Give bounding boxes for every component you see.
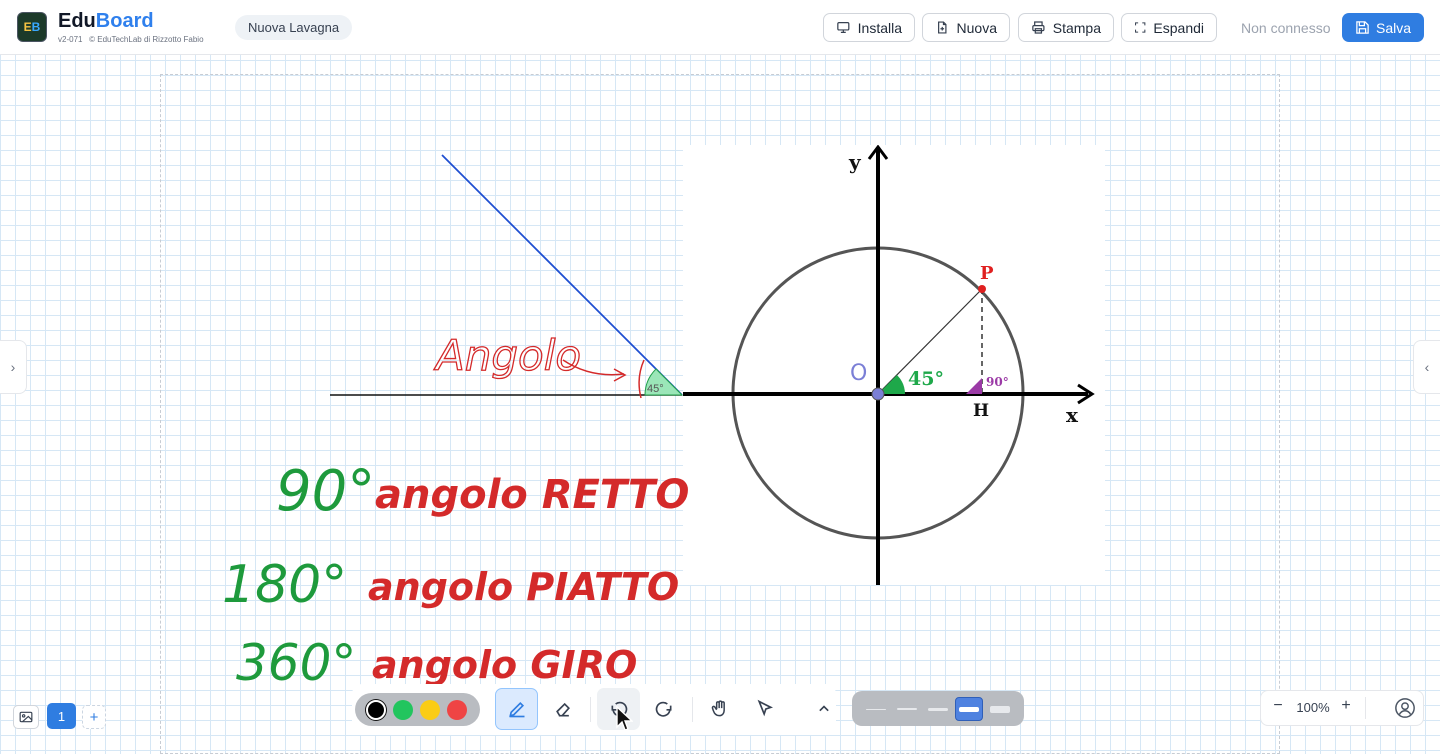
more-tools-button[interactable] (802, 688, 845, 730)
chevron-left-icon: ‹ (1424, 359, 1430, 375)
printer-icon (1032, 21, 1045, 34)
expand-button[interactable]: Espandi (1121, 13, 1217, 42)
save-button[interactable]: Salva (1342, 13, 1424, 42)
image-gallery-button[interactable] (13, 705, 39, 729)
toolbar-divider (692, 697, 693, 722)
monitor-icon (837, 22, 850, 33)
color-yellow-swatch[interactable] (420, 700, 440, 720)
brand-accent: Board (95, 10, 154, 32)
save-icon (1356, 21, 1369, 34)
stroke-width-5[interactable] (986, 697, 1014, 721)
app-header: EB EduBoard v2-071 © EduTechLab di Rizzo… (0, 0, 1440, 55)
left-panel-toggle[interactable]: › (0, 340, 27, 394)
toolbar-divider (590, 697, 591, 722)
mouse-cursor-icon (616, 706, 633, 731)
page-tab-1[interactable]: 1 (47, 703, 76, 729)
x-axis-label: x (1066, 403, 1079, 427)
color-green-swatch[interactable] (393, 700, 413, 720)
point-p-label: P (980, 263, 994, 284)
install-button[interactable]: Installa (823, 13, 915, 42)
logo-letter-b: B (31, 20, 41, 34)
eraser-tool[interactable] (541, 688, 584, 730)
fullscreen-icon (1135, 22, 1146, 33)
user-icon (1395, 698, 1415, 718)
right-panel-toggle[interactable]: ‹ (1413, 340, 1440, 394)
zoom-out-button[interactable]: − (1268, 697, 1288, 715)
logo-letter-e: E (23, 20, 32, 34)
redo-icon (655, 701, 671, 717)
new-board-button[interactable]: Nuova (922, 13, 1010, 42)
origin-label: O (850, 361, 867, 386)
app-name: EduBoard (58, 10, 154, 33)
save-label: Salva (1375, 19, 1412, 36)
stroke-width-1[interactable] (862, 697, 890, 721)
pen-icon (508, 701, 524, 718)
redo-button[interactable] (642, 688, 685, 730)
chevron-up-icon (818, 705, 829, 712)
point-p-dot (978, 285, 986, 293)
hand-icon (711, 700, 725, 717)
select-tool[interactable] (743, 688, 786, 730)
zoom-level: 100% (1296, 700, 1330, 715)
right-angle-label: 90° (986, 375, 1009, 389)
account-button[interactable] (1392, 695, 1418, 721)
connection-status: Non connesso (1241, 20, 1331, 36)
zoom-in-button[interactable]: + (1336, 697, 1356, 715)
right-angle-marker (966, 378, 982, 394)
stroke-width-2[interactable] (893, 697, 921, 721)
stroke-width-3[interactable] (924, 697, 952, 721)
install-label: Installa (857, 19, 902, 36)
board-title[interactable]: Nuova Lavagna (235, 15, 353, 40)
unit-circle-diagram: y x O P H 45° 90° (683, 145, 1095, 585)
color-red-swatch[interactable] (447, 700, 467, 720)
new-label: Nuova (956, 19, 997, 36)
eraser-icon (555, 702, 570, 717)
version-text: v2-071 © EduTechLab di Rizzotto Fabio (58, 35, 204, 44)
zoom-divider (1365, 697, 1366, 719)
new-file-icon (938, 21, 947, 34)
color-black-swatch[interactable] (366, 700, 386, 720)
chevron-right-icon: › (10, 359, 16, 375)
unit-circle-image[interactable]: y x O P H 45° 90° (683, 145, 1105, 585)
print-button[interactable]: Stampa (1018, 13, 1114, 42)
add-page-button[interactable]: + (82, 705, 106, 729)
print-label: Stampa (1052, 19, 1101, 36)
expand-label: Espandi (1153, 19, 1204, 36)
angle-45-label: 45° (908, 368, 944, 390)
y-axis-label: y (848, 150, 862, 174)
point-h-label: H (973, 401, 989, 421)
image-icon (19, 711, 33, 723)
brand-main: Edu (58, 10, 96, 32)
origin-dot (871, 387, 885, 401)
stroke-width-4[interactable] (955, 697, 983, 721)
hand-tool[interactable] (698, 688, 741, 730)
pointer-icon (757, 699, 773, 717)
app-logo: EB (17, 12, 47, 42)
pen-tool[interactable] (495, 688, 538, 730)
